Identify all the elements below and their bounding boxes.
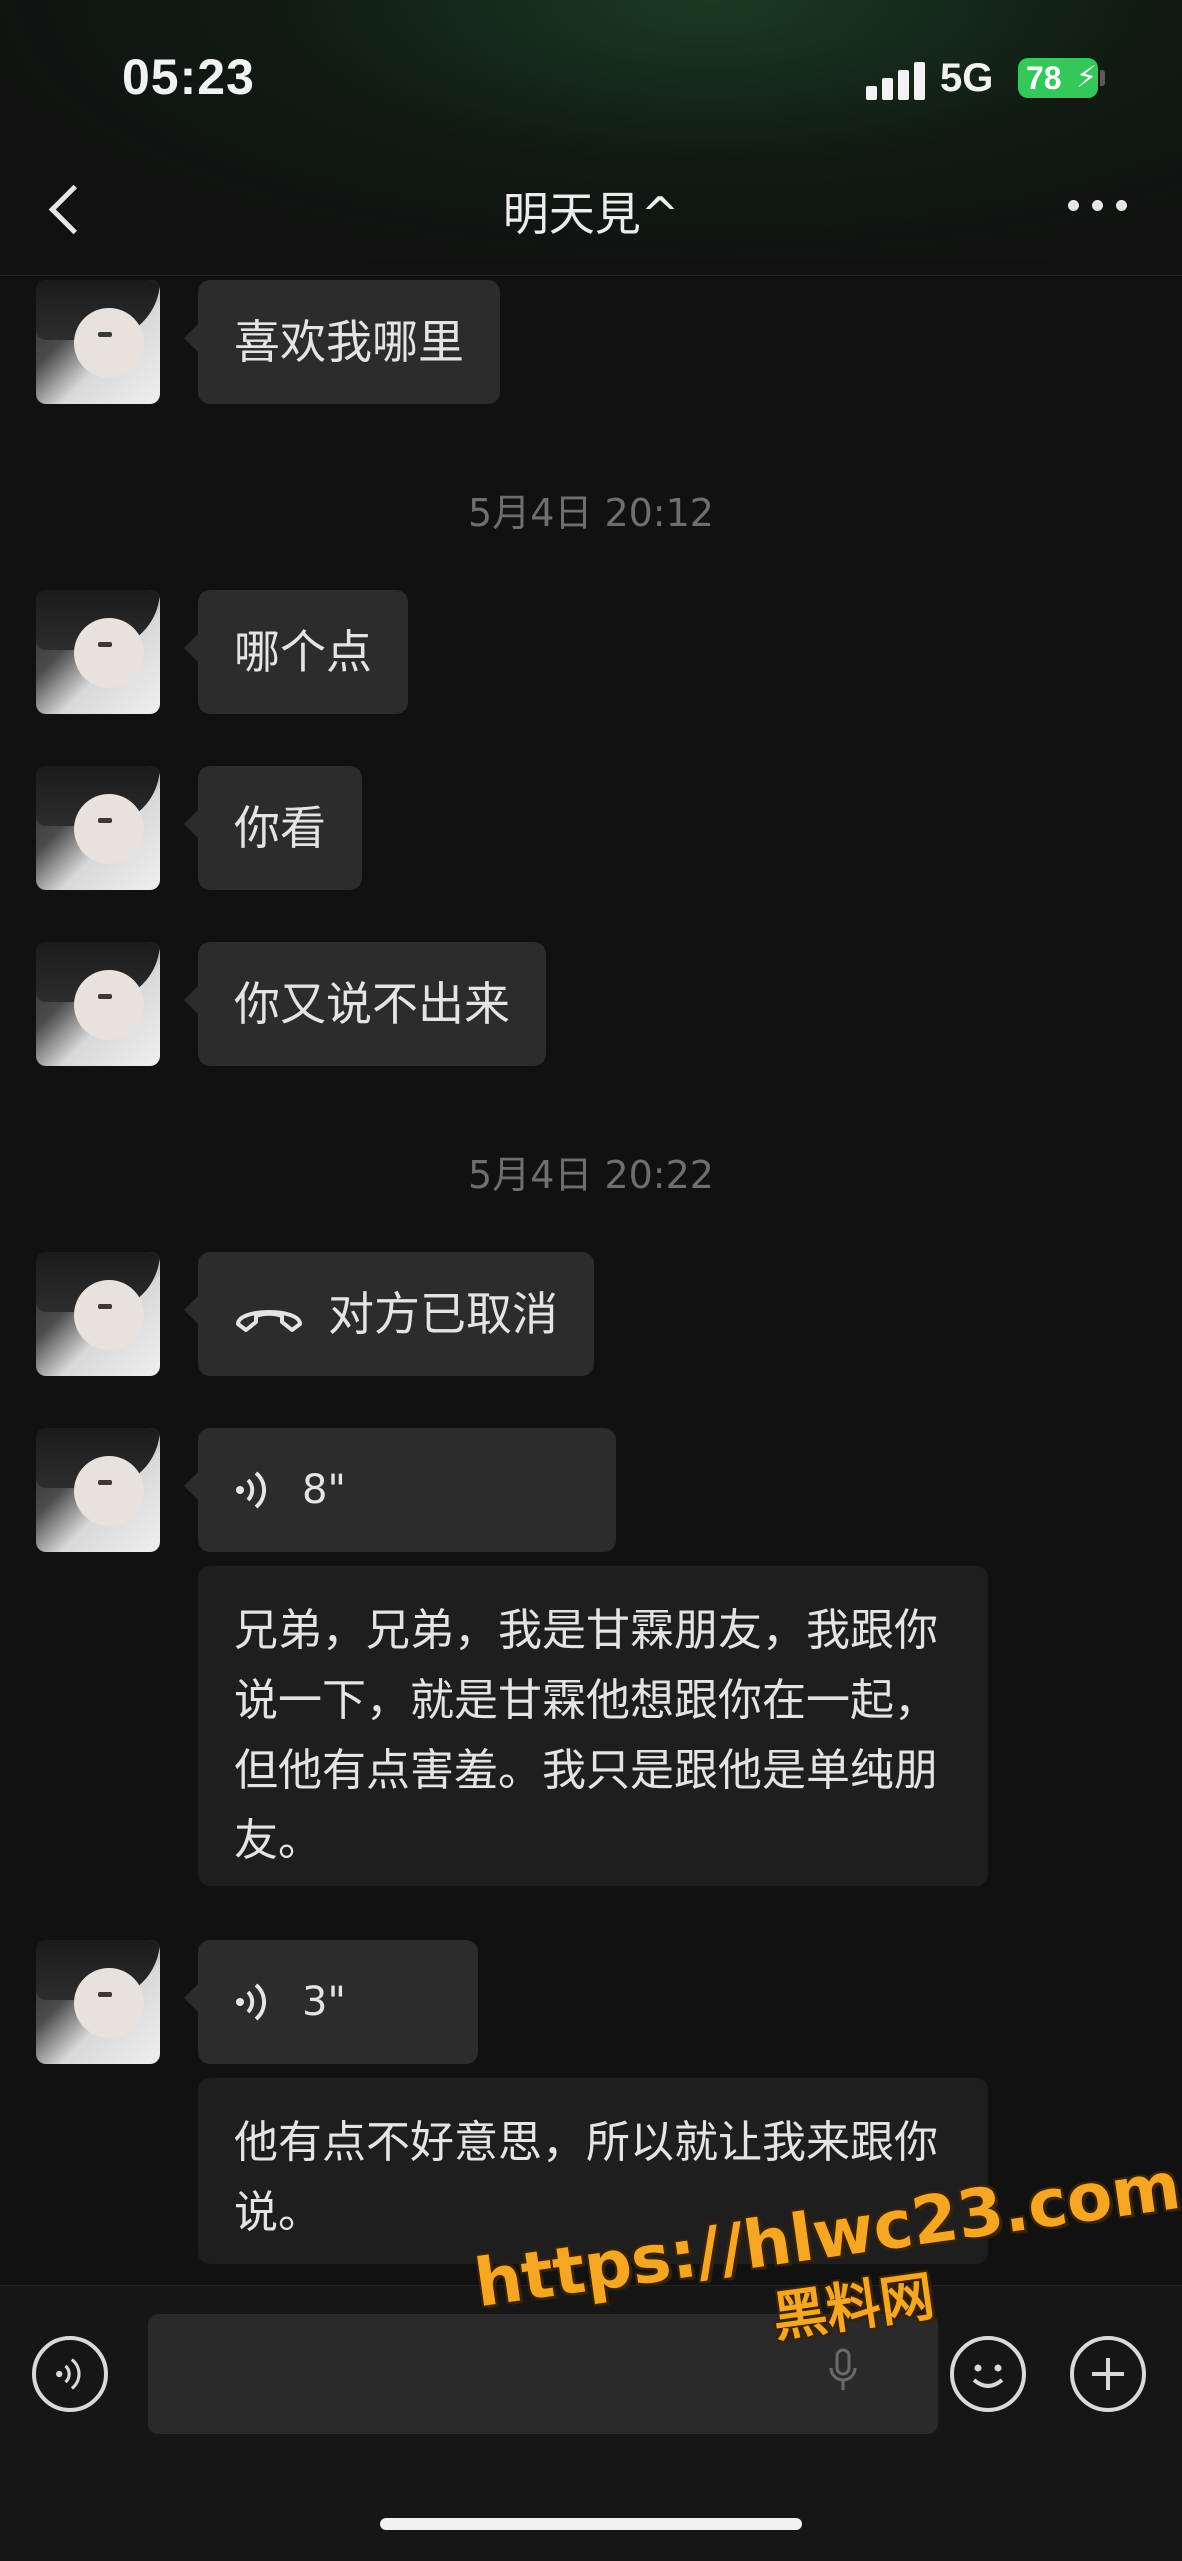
voice-wave-icon [236,1471,267,1509]
message-timestamp: 5月4日 20:12 [468,491,714,535]
battery-cap [1100,70,1105,86]
message-bubble[interactable]: 你又说不出来 [184,942,546,1066]
message-bubble[interactable]: 你看 [184,766,362,890]
message-text: 你又说不出来 [234,977,510,1031]
network-type: 5G [940,56,994,100]
add-attachment-button[interactable] [1070,2336,1146,2412]
contact-avatar[interactable] [36,1940,160,2064]
phone-hangup-icon [236,1309,302,1332]
charging-bolt-icon: ⚡ [1076,60,1098,95]
contact-avatar[interactable] [36,766,160,890]
emoji-button[interactable] [950,2336,1026,2412]
contact-avatar[interactable] [36,280,160,404]
voice-message-bubble[interactable]: 3" [184,1940,478,2064]
call-status-text: 对方已取消 [328,1287,558,1341]
message-text: 喜欢我哪里 [234,315,464,369]
voice-transcript: 兄弟，兄弟，我是甘霖朋友，我跟你说一下，就是甘霖他想跟你在一起，但他有点害羞。我… [198,1566,988,1886]
microphone-icon[interactable] [828,2348,858,2392]
signal-strength-icon [866,60,926,100]
voice-input-toggle[interactable] [32,2336,108,2412]
status-time: 05:23 [122,49,255,105]
voice-wave-icon [236,1983,267,2021]
smiley-icon [972,2364,1004,2388]
call-record-bubble[interactable]: 对方已取消 [184,1252,594,1376]
voice-message-bubble[interactable]: 8" [184,1428,616,1552]
contact-avatar[interactable] [36,590,160,714]
voice-duration: 8" [302,1467,346,1513]
more-options-icon[interactable] [1068,200,1128,214]
chat-title: 明天見^ [502,187,680,241]
message-timestamp: 5月4日 20:22 [468,1153,714,1197]
message-text: 你看 [234,801,326,855]
message-bubble[interactable]: 喜欢我哪里 [184,280,500,404]
message-bubble[interactable]: 哪个点 [184,590,408,714]
voice-duration: 3" [302,1979,346,2025]
message-text: 哪个点 [234,625,372,679]
status-bar: 05:23 5G 78 ⚡ [0,0,1182,150]
chat-header: 明天見^ [0,150,1182,276]
contact-avatar[interactable] [36,942,160,1066]
home-indicator[interactable] [380,2518,802,2530]
plus-icon [1092,2358,1124,2390]
voice-wave-icon [56,2358,81,2390]
contact-avatar[interactable] [36,1252,160,1376]
battery-level: 78 [1026,60,1062,96]
contact-avatar[interactable] [36,1428,160,1552]
